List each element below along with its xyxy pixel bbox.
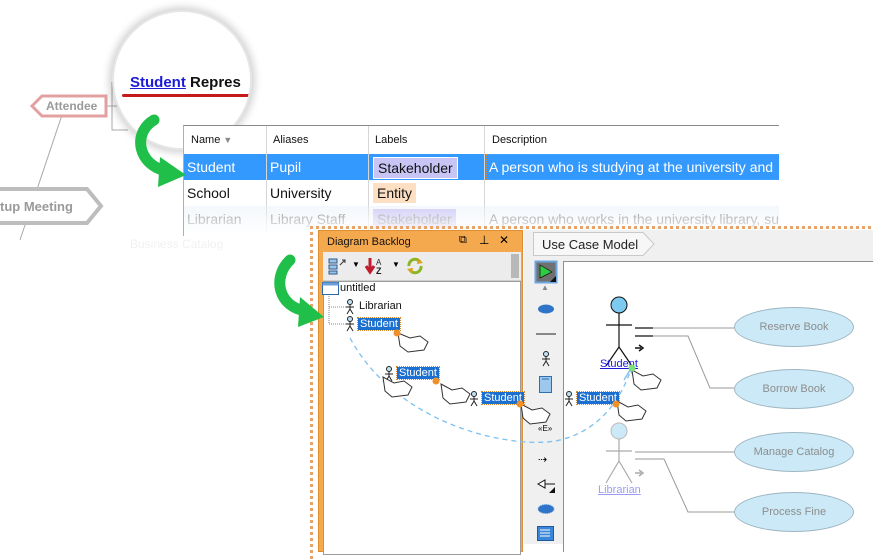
drag-point-icon: [516, 400, 524, 408]
drag-point-icon: [612, 400, 620, 408]
hand-cursor-icon: [382, 332, 662, 425]
hand-cursors: [382, 329, 662, 425]
drop-point-icon: [628, 364, 636, 372]
green-arrow-icon: [274, 254, 324, 327]
drag-point-icon: [432, 377, 440, 385]
drag-point-icon: [393, 329, 401, 337]
